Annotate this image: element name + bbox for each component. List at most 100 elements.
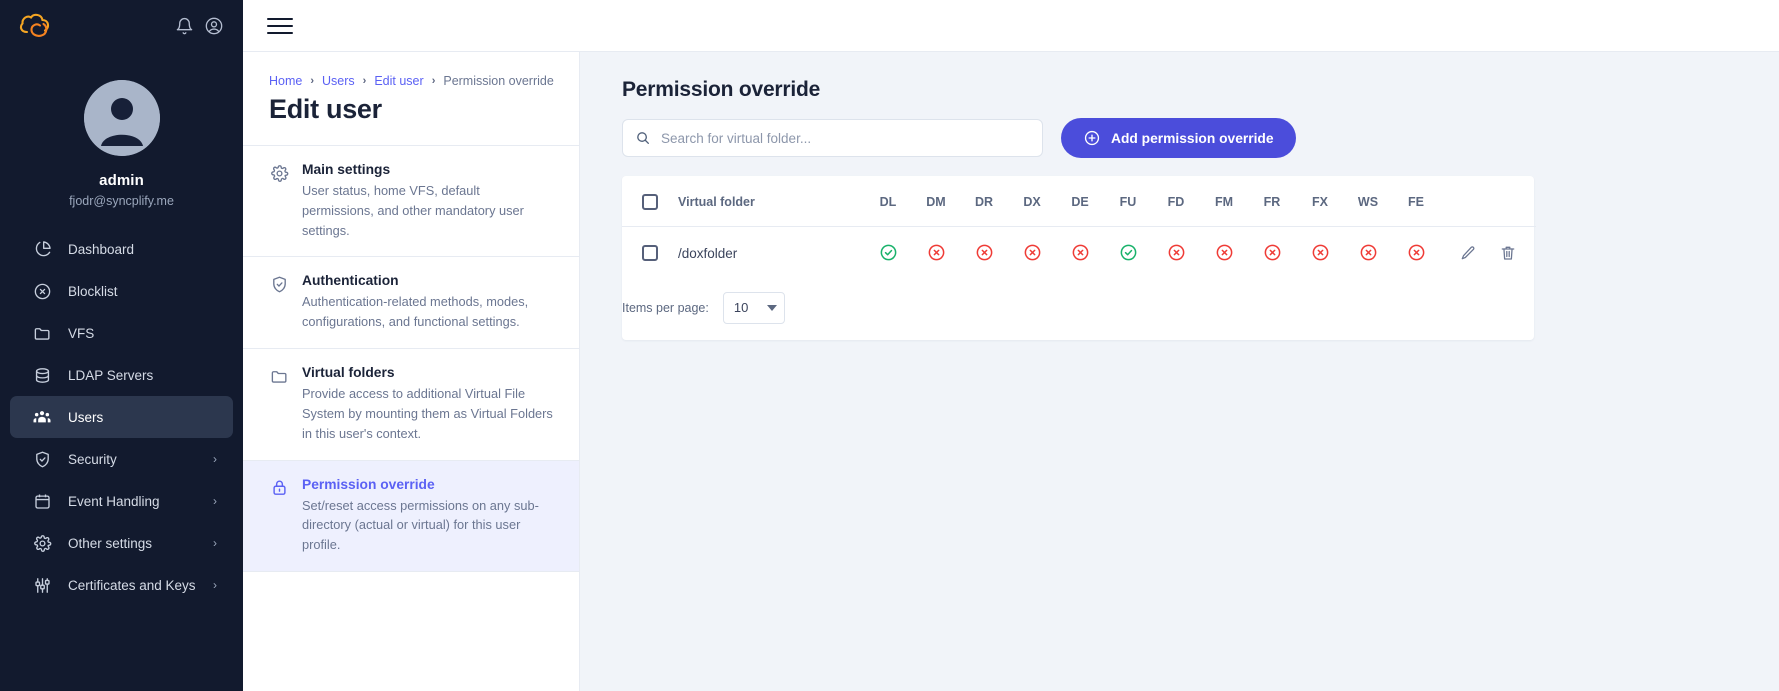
trash-icon[interactable] bbox=[1499, 244, 1517, 262]
shield-check-icon bbox=[32, 449, 52, 469]
calendar-icon bbox=[32, 491, 52, 511]
pencil-icon[interactable] bbox=[1459, 244, 1477, 262]
row-checkbox[interactable] bbox=[642, 245, 658, 262]
panel-heading: Permission override bbox=[622, 78, 821, 101]
sidebar-item-label: Certificates and Keys bbox=[68, 577, 196, 593]
gear-icon bbox=[32, 533, 52, 553]
sidebar-item-users[interactable]: Users bbox=[10, 396, 233, 438]
settings-item-description: Set/reset access permissions on any sub-… bbox=[302, 497, 539, 553]
sidebar-item-blocklist[interactable]: Blocklist bbox=[10, 270, 233, 312]
cell-dm[interactable] bbox=[912, 227, 960, 280]
check-circle-icon bbox=[878, 242, 898, 262]
breadcrumb-item-edit-user[interactable]: Edit user bbox=[374, 74, 423, 88]
column-header-de: DE bbox=[1056, 176, 1104, 227]
hamburger-bar bbox=[267, 17, 293, 20]
permission-table: Virtual folder DL DM DR DX DE FU FD FM F… bbox=[622, 176, 1536, 280]
user-settings-column: Home › Users › Edit user › Permission ov… bbox=[243, 52, 580, 691]
permission-override-panel: Permission override Search for virtual f… bbox=[580, 52, 1779, 691]
breadcrumb-wrap: Home › Users › Edit user › Permission ov… bbox=[243, 52, 579, 145]
column-header-dr: DR bbox=[960, 176, 1008, 227]
cell-fr[interactable] bbox=[1248, 227, 1296, 280]
column-header-fm: FM bbox=[1200, 176, 1248, 227]
search-box[interactable] bbox=[622, 119, 1043, 157]
column-header-fx: FX bbox=[1296, 176, 1344, 227]
settings-item-permission-override[interactable]: Permission override Set/reset access per… bbox=[243, 460, 579, 573]
column-header-fe: FE bbox=[1392, 176, 1440, 227]
sidebar-item-security[interactable]: Security › bbox=[10, 438, 233, 480]
pagination-bar: Items per page: 10 bbox=[622, 280, 1534, 340]
settings-item-body: Virtual folders Provide access to additi… bbox=[302, 365, 555, 443]
breadcrumb-item-users[interactable]: Users bbox=[322, 74, 355, 88]
settings-item-title: Main settings bbox=[302, 162, 391, 177]
items-per-page-value: 10 bbox=[733, 300, 749, 315]
sidebar-item-event-handling[interactable]: Event Handling › bbox=[10, 480, 233, 522]
breadcrumb-item-home[interactable]: Home bbox=[269, 74, 302, 88]
column-header-dm: DM bbox=[912, 176, 960, 227]
check-circle-icon bbox=[1118, 242, 1138, 262]
add-permission-override-button[interactable]: Add permission override bbox=[1061, 118, 1296, 158]
sidebar-item-dashboard[interactable]: Dashboard bbox=[10, 228, 233, 270]
hamburger-bar bbox=[267, 24, 293, 27]
notifications-icon[interactable] bbox=[169, 11, 199, 41]
cell-fd[interactable] bbox=[1152, 227, 1200, 280]
select-all-checkbox[interactable] bbox=[642, 194, 658, 210]
settings-item-body: Authentication Authentication-related me… bbox=[302, 273, 555, 332]
cell-dx[interactable] bbox=[1008, 227, 1056, 280]
folder-icon bbox=[269, 366, 289, 386]
hamburger-menu-icon[interactable] bbox=[267, 17, 293, 34]
x-circle-icon bbox=[1166, 242, 1186, 262]
sidebar-item-certificates-and-keys[interactable]: Certificates and Keys › bbox=[10, 564, 233, 606]
chevron-down-icon bbox=[766, 304, 777, 311]
settings-item-main-settings[interactable]: Main settings User status, home VFS, def… bbox=[243, 146, 579, 258]
cell-fe[interactable] bbox=[1392, 227, 1440, 280]
settings-item-authentication[interactable]: Authentication Authentication-related me… bbox=[243, 257, 579, 350]
sidebar-item-ldap-servers[interactable]: LDAP Servers bbox=[10, 354, 233, 396]
breadcrumb-separator-icon: › bbox=[310, 75, 315, 87]
settings-item-description: Provide access to additional Virtual Fil… bbox=[302, 386, 553, 441]
search-input[interactable] bbox=[661, 130, 1030, 146]
settings-item-virtual-folders[interactable]: Virtual folders Provide access to additi… bbox=[243, 349, 579, 461]
account-icon[interactable] bbox=[199, 11, 229, 41]
breadcrumb: Home › Users › Edit user › Permission ov… bbox=[269, 74, 555, 88]
cell-ws[interactable] bbox=[1344, 227, 1392, 280]
settings-item-body: Main settings User status, home VFS, def… bbox=[302, 162, 555, 240]
cell-fx[interactable] bbox=[1296, 227, 1344, 280]
table-row[interactable]: /doxfolder bbox=[622, 227, 1536, 280]
x-circle-icon bbox=[1022, 242, 1042, 262]
x-circle-icon bbox=[1214, 242, 1234, 262]
cell-fu[interactable] bbox=[1104, 227, 1152, 280]
chevron-right-icon: › bbox=[213, 536, 217, 550]
pie-chart-icon bbox=[32, 239, 52, 259]
ban-circle-icon bbox=[32, 281, 52, 301]
cell-de[interactable] bbox=[1056, 227, 1104, 280]
select-all-header bbox=[622, 176, 678, 227]
x-circle-icon bbox=[1070, 242, 1090, 262]
column-header-ws: WS bbox=[1344, 176, 1392, 227]
settings-item-title: Virtual folders bbox=[302, 365, 395, 381]
x-circle-icon bbox=[1358, 242, 1378, 262]
plus-circle-icon bbox=[1083, 129, 1101, 147]
syncplify-cloud-logo-icon[interactable] bbox=[18, 11, 52, 41]
folder-icon bbox=[32, 323, 52, 343]
sidebar-item-label: VFS bbox=[68, 325, 95, 341]
items-per-page-select[interactable]: 10 bbox=[722, 291, 785, 324]
app-root: admin fjodr@syncplify.me Dashboard Block… bbox=[0, 0, 1779, 691]
table-head: Virtual folder DL DM DR DX DE FU FD FM F… bbox=[622, 176, 1536, 227]
column-header-folder: Virtual folder bbox=[678, 176, 864, 227]
column-header-fu: FU bbox=[1104, 176, 1152, 227]
cell-dr[interactable] bbox=[960, 227, 1008, 280]
chevron-right-icon: › bbox=[213, 452, 217, 466]
search-icon bbox=[635, 130, 651, 146]
sidebar-item-vfs[interactable]: VFS bbox=[10, 312, 233, 354]
sliders-icon bbox=[32, 575, 52, 595]
cell-dl[interactable] bbox=[864, 227, 912, 280]
top-bar bbox=[243, 0, 1779, 52]
cell-fm[interactable] bbox=[1200, 227, 1248, 280]
panel-toolbar: Add permission override bbox=[622, 118, 1743, 158]
row-actions bbox=[1440, 244, 1536, 262]
sidebar-item-other-settings[interactable]: Other settings › bbox=[10, 522, 233, 564]
table-header-row: Virtual folder DL DM DR DX DE FU FD FM F… bbox=[622, 176, 1536, 227]
gear-icon bbox=[269, 163, 289, 183]
users-icon bbox=[32, 407, 52, 427]
x-circle-icon bbox=[926, 242, 946, 262]
